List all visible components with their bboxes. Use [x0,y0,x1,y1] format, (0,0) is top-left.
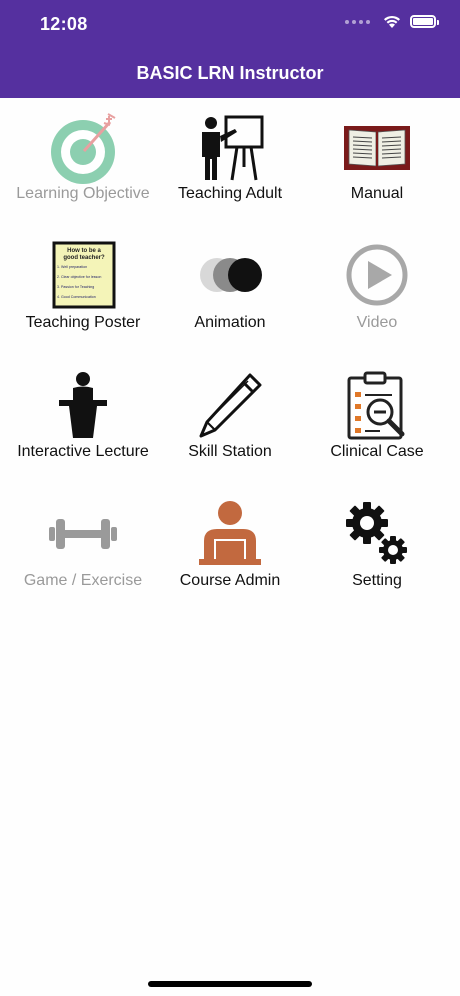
open-book-icon [340,112,414,186]
poster-item: 3. Passion for Teaching [57,285,94,289]
tile-label: Video [356,314,398,331]
admin-user-icon [193,499,267,573]
battery-icon [410,15,439,28]
nav-title: BASIC LRN Instructor [136,63,324,83]
poster-item: 1. Well preparation [57,265,87,269]
teacher-board-icon [193,112,267,186]
tile-label: Setting [352,572,402,589]
tile-label: Manual [350,185,404,202]
tile-label: Teaching Poster [25,314,141,331]
poster-item: 2. Clear objective for lesson [57,275,101,279]
cellular-signal-icon [345,19,370,24]
tile-label: Animation [194,314,266,331]
wifi-icon [384,15,400,28]
poster-title-line: good teacher? [63,255,105,261]
poster-item: 4. Good Communication [57,295,96,299]
status-icons [345,14,439,29]
play-icon [340,241,414,315]
status-time: 12:08 [40,14,88,34]
lecturer-podium-icon [46,370,120,444]
tile-label: Clinical Case [330,443,424,460]
tile-label: Course Admin [179,572,281,589]
tile-label: Interactive Lecture [17,443,149,460]
poster-title-line: How to be a [67,248,101,254]
app-header: 12:08 BASIC LRN Instructor [0,0,460,98]
home-indicator[interactable] [148,981,312,987]
tile-label: Teaching Adult [177,185,283,202]
animation-circles-icon [193,241,267,315]
tile-label: Learning Objective [16,185,150,202]
gears-icon [340,499,414,573]
tile-label: Game / Exercise [23,572,143,589]
clipboard-search-icon [340,370,414,444]
target-icon [46,112,120,186]
pencil-icon [193,370,267,444]
dumbbell-icon [46,499,120,573]
tile-label: Skill Station [188,443,272,460]
poster-icon: How to be a good teacher? 1. Well prepar… [46,241,120,315]
